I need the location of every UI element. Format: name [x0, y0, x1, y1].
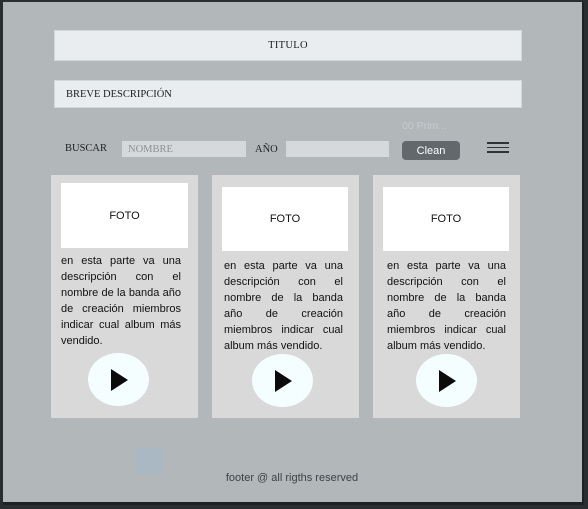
play-button[interactable]	[88, 353, 149, 406]
band-card: FOTO en esta parte va una descripción co…	[51, 175, 198, 418]
card-description: en esta parte va una descripción con el …	[61, 255, 181, 347]
play-icon	[438, 369, 456, 392]
year-label: AÑO	[255, 144, 278, 155]
footer-square	[136, 448, 163, 474]
footer-text: footer @ all rigths reserved	[225, 472, 359, 484]
play-button[interactable]	[252, 354, 313, 407]
card-description: en esta parte va una descripción con el …	[224, 260, 343, 352]
card-description: en esta parte va una descripción con el …	[387, 260, 506, 352]
band-card: FOTO en esta parte va una descripción co…	[373, 175, 520, 418]
play-button[interactable]	[416, 354, 477, 407]
page-frame: TITULO BREVE DESCRIPCIÓN BUSCAR AÑO 00 P…	[3, 2, 584, 505]
name-search-input[interactable]	[122, 141, 246, 157]
photo-label: FOTO	[269, 213, 301, 225]
band-card: FOTO en esta parte va una descripción co…	[212, 175, 359, 418]
search-label: BUSCAR	[65, 143, 108, 154]
photo-placeholder: FOTO	[222, 187, 348, 251]
play-icon	[274, 369, 292, 392]
year-hint-text: 00 Prim...	[402, 120, 447, 132]
hamburger-menu-icon[interactable]	[487, 142, 509, 153]
year-input[interactable]	[286, 141, 389, 157]
photo-label: FOTO	[109, 209, 140, 222]
photo-placeholder: FOTO	[383, 187, 509, 251]
short-description: BREVE DESCRIPCIÓN	[54, 80, 522, 108]
page-title: TITULO	[54, 30, 522, 61]
clean-button[interactable]: Clean	[402, 141, 460, 160]
play-icon	[110, 368, 128, 391]
photo-placeholder: FOTO	[61, 183, 188, 248]
photo-label: FOTO	[430, 213, 462, 225]
